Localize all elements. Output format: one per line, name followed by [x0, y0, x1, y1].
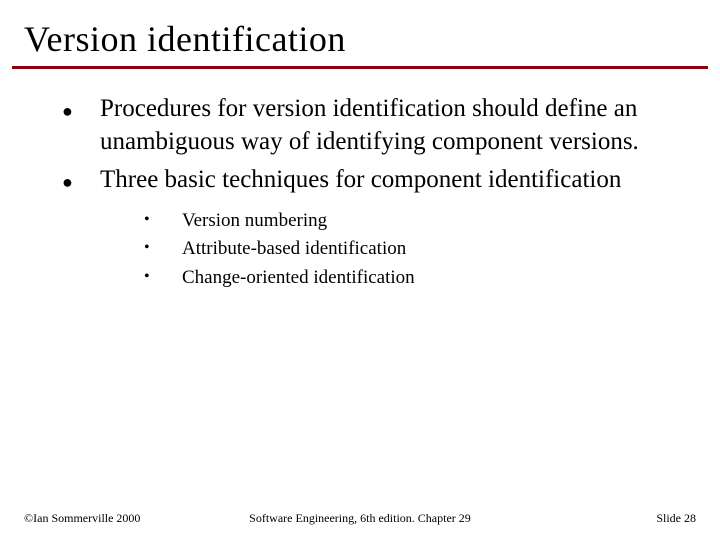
footer-copyright: ©Ian Sommerville 2000	[24, 511, 222, 526]
bullet-text: Procedures for version identification sh…	[100, 93, 680, 158]
list-item: • Version numbering	[136, 209, 680, 234]
bullet-icon: •	[136, 266, 182, 286]
bullet-icon: •	[136, 237, 182, 257]
footer-book-ref: Software Engineering, 6th edition. Chapt…	[222, 511, 499, 526]
main-bullet-list: ● Procedures for version identification …	[40, 93, 680, 197]
sub-bullet-text: Attribute-based identification	[182, 237, 680, 262]
slide-title: Version identification	[0, 0, 720, 66]
footer-slide-number: Slide 28	[498, 511, 696, 526]
bullet-icon: ●	[40, 93, 100, 122]
list-item: ● Procedures for version identification …	[40, 93, 680, 158]
sub-bullet-text: Version numbering	[182, 209, 680, 234]
slide-content: ● Procedures for version identification …	[0, 69, 720, 291]
list-item: • Change-oriented identification	[136, 266, 680, 291]
sub-bullet-list: • Version numbering • Attribute-based id…	[136, 209, 680, 291]
slide-footer: ©Ian Sommerville 2000 Software Engineeri…	[0, 511, 720, 526]
sub-bullet-text: Change-oriented identification	[182, 266, 680, 291]
list-item: • Attribute-based identification	[136, 237, 680, 262]
bullet-text: Three basic techniques for component ide…	[100, 164, 680, 197]
bullet-icon: •	[136, 209, 182, 229]
bullet-icon: ●	[40, 164, 100, 193]
list-item: ● Three basic techniques for component i…	[40, 164, 680, 197]
